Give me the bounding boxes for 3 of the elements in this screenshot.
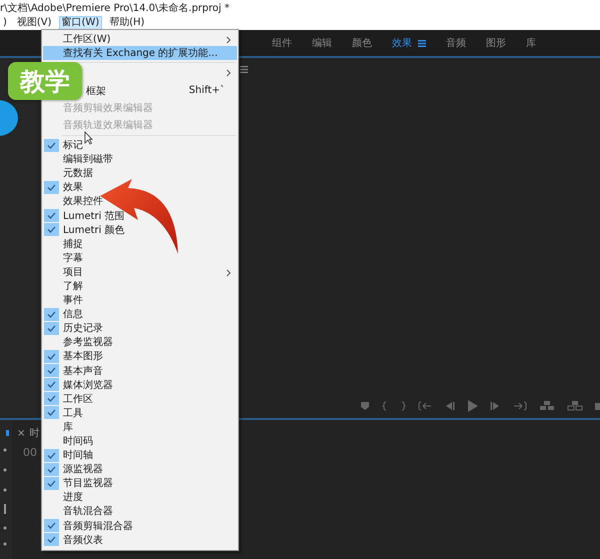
timecode: 00	[22, 446, 37, 459]
sticker-overlay: 教学	[8, 62, 82, 100]
window-title: r\文档\Adobe\Premiere Pro\14.0\未命名.prproj *	[0, 2, 230, 15]
